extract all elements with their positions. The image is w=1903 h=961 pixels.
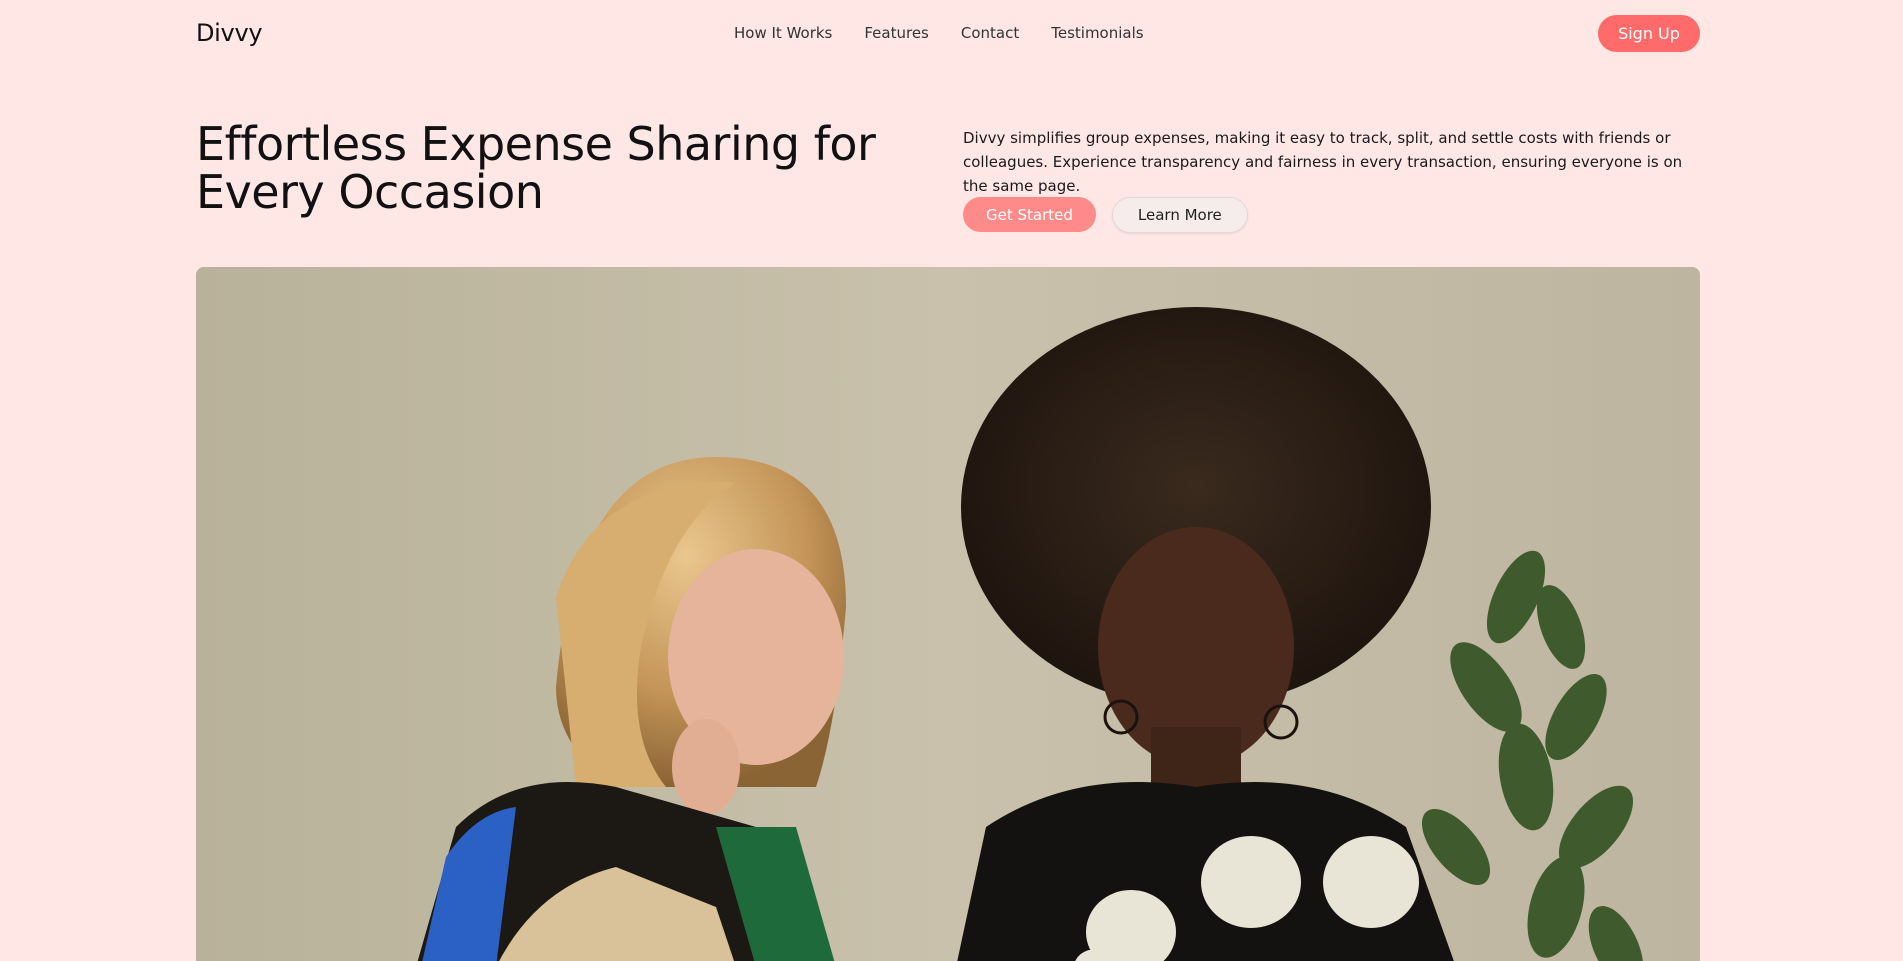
site-header: Divvy How It Works Features Contact Test… bbox=[196, 14, 1700, 52]
hero-image bbox=[196, 267, 1700, 961]
nav-how-it-works[interactable]: How It Works bbox=[734, 24, 832, 42]
learn-more-button[interactable]: Learn More bbox=[1111, 197, 1248, 233]
hero-cta-group: Get Started Learn More bbox=[963, 197, 1248, 233]
sign-up-button[interactable]: Sign Up bbox=[1598, 15, 1700, 52]
hero-title: Effortless Expense Sharing for Every Occ… bbox=[196, 117, 876, 219]
nav-testimonials[interactable]: Testimonials bbox=[1051, 24, 1143, 42]
hero-photo-illustration bbox=[196, 267, 1700, 961]
main-nav: How It Works Features Contact Testimonia… bbox=[734, 14, 1144, 52]
nav-features[interactable]: Features bbox=[864, 24, 929, 42]
get-started-button[interactable]: Get Started bbox=[963, 197, 1096, 232]
hero-description: Divvy simplifies group expenses, making … bbox=[963, 129, 1683, 195]
page: Divvy How It Works Features Contact Test… bbox=[0, 0, 1903, 961]
nav-contact[interactable]: Contact bbox=[961, 24, 1019, 42]
logo[interactable]: Divvy bbox=[196, 19, 263, 47]
